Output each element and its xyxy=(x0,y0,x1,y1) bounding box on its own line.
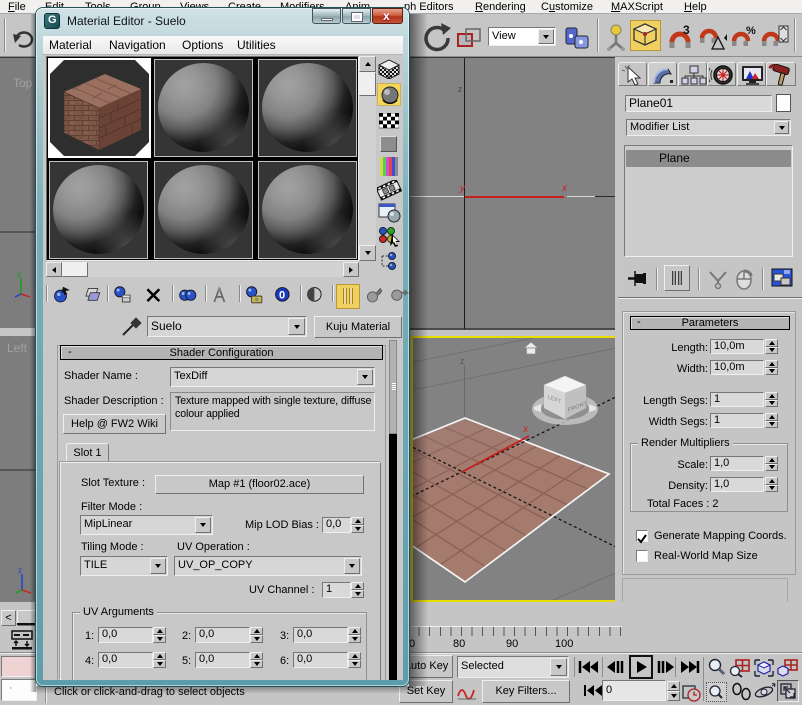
svg-text:z: z xyxy=(460,356,465,366)
svg-text:0: 0 xyxy=(279,290,285,302)
svg-text:3: 3 xyxy=(683,23,690,37)
svg-text:z: z xyxy=(18,566,22,575)
svg-text:y: y xyxy=(17,270,21,279)
svg-text:%: % xyxy=(746,25,756,37)
svg-text:x: x xyxy=(522,424,529,435)
